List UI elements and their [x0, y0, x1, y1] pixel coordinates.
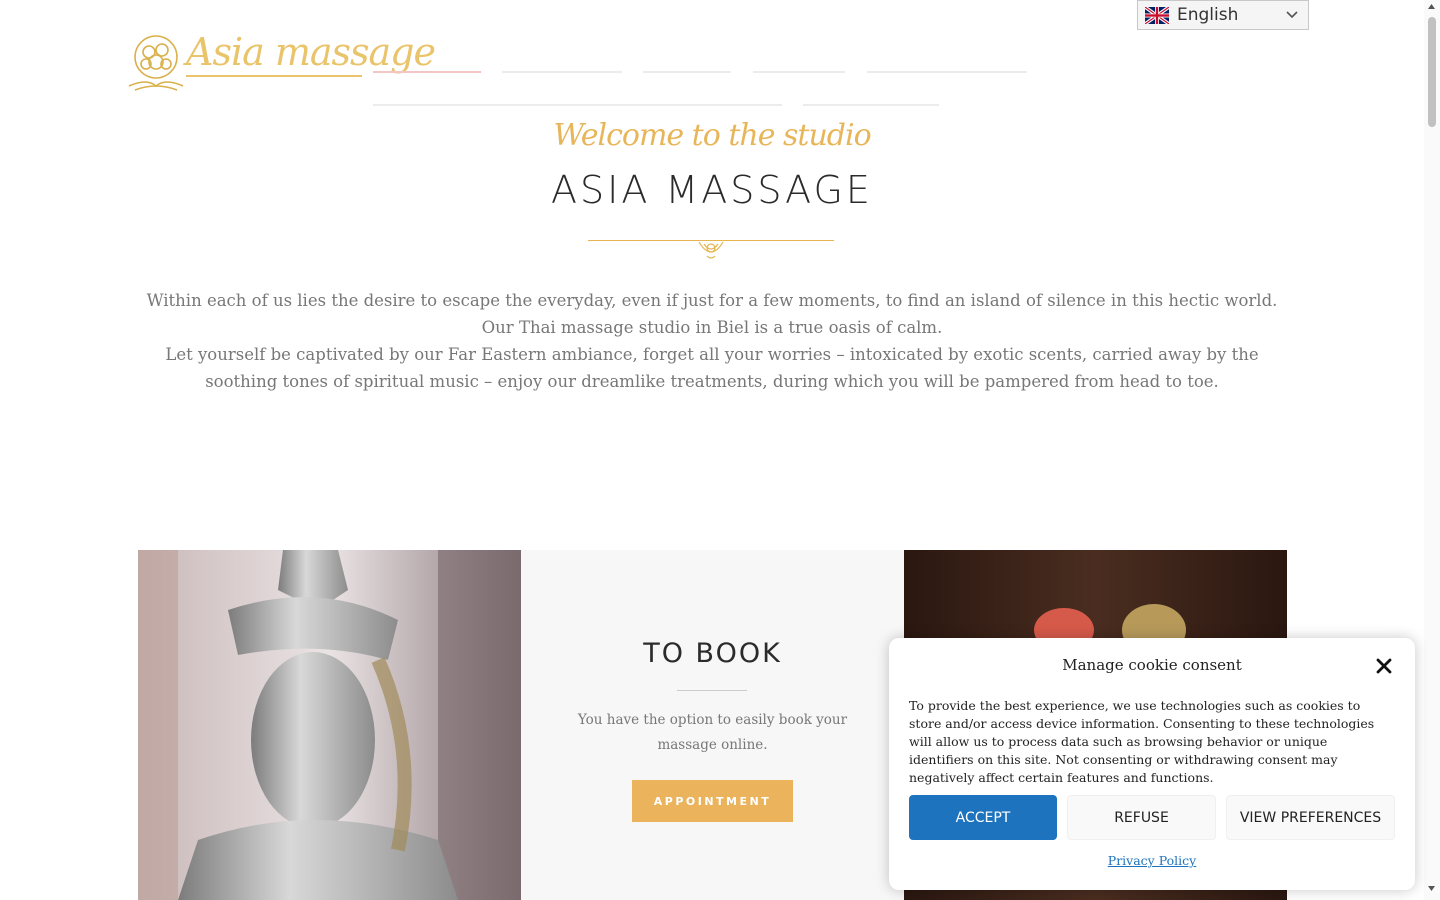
- scrollbar-thumb[interactable]: [1428, 17, 1436, 127]
- intro-paragraph-1: Within each of us lies the desire to esc…: [146, 291, 1278, 337]
- nav-item-2[interactable]: [502, 71, 622, 73]
- welcome-subtitle: Welcome to the studio: [553, 118, 871, 153]
- nav-item-1[interactable]: [373, 71, 481, 73]
- lotus-ornament-icon: [698, 241, 724, 259]
- page-title: ASIA MASSAGE: [551, 168, 873, 212]
- language-label: English: [1177, 5, 1239, 25]
- cookie-dialog-text: To provide the best experience, we use t…: [909, 698, 1375, 785]
- scrollbar[interactable]: [1424, 0, 1440, 900]
- language-selector[interactable]: English: [1137, 0, 1309, 30]
- accept-cookies-button[interactable]: ACCEPT: [909, 795, 1057, 840]
- appointment-button[interactable]: APPOINTMENT: [632, 780, 793, 822]
- scroll-down-arrow-icon[interactable]: [1428, 886, 1435, 891]
- booking-divider: [677, 690, 747, 691]
- nav-item-4[interactable]: [753, 71, 845, 73]
- nav-item-6[interactable]: [373, 104, 782, 106]
- view-preferences-button[interactable]: VIEW PREFERENCES: [1226, 795, 1395, 840]
- chevron-down-icon: [1286, 11, 1298, 19]
- nav-item-7[interactable]: [803, 104, 939, 106]
- close-icon[interactable]: [1375, 657, 1393, 675]
- nav-item-3[interactable]: [643, 71, 731, 73]
- booking-title: TO BOOK: [643, 638, 782, 669]
- nav-item-5[interactable]: [867, 71, 1027, 73]
- booking-text: You have the option to easily book your …: [577, 712, 848, 753]
- intro-text: Within each of us lies the desire to esc…: [140, 287, 1284, 395]
- scroll-up-arrow-icon[interactable]: [1428, 4, 1435, 9]
- privacy-policy-link[interactable]: Privacy Policy: [889, 853, 1415, 868]
- booking-panel: TO BOOK You have the option to easily bo…: [521, 550, 904, 900]
- buddha-statue-image: [138, 550, 521, 900]
- uk-flag-icon: [1145, 6, 1169, 24]
- logo-text[interactable]: Asia massage: [186, 30, 436, 74]
- logo-underline: [186, 75, 362, 77]
- intro-paragraph-2: Let yourself be captivated by our Far Ea…: [165, 345, 1259, 391]
- refuse-cookies-button[interactable]: REFUSE: [1067, 795, 1216, 840]
- cookie-consent-dialog: Manage cookie consent To provide the bes…: [889, 638, 1415, 890]
- cookie-dialog-title: Manage cookie consent: [1062, 656, 1242, 674]
